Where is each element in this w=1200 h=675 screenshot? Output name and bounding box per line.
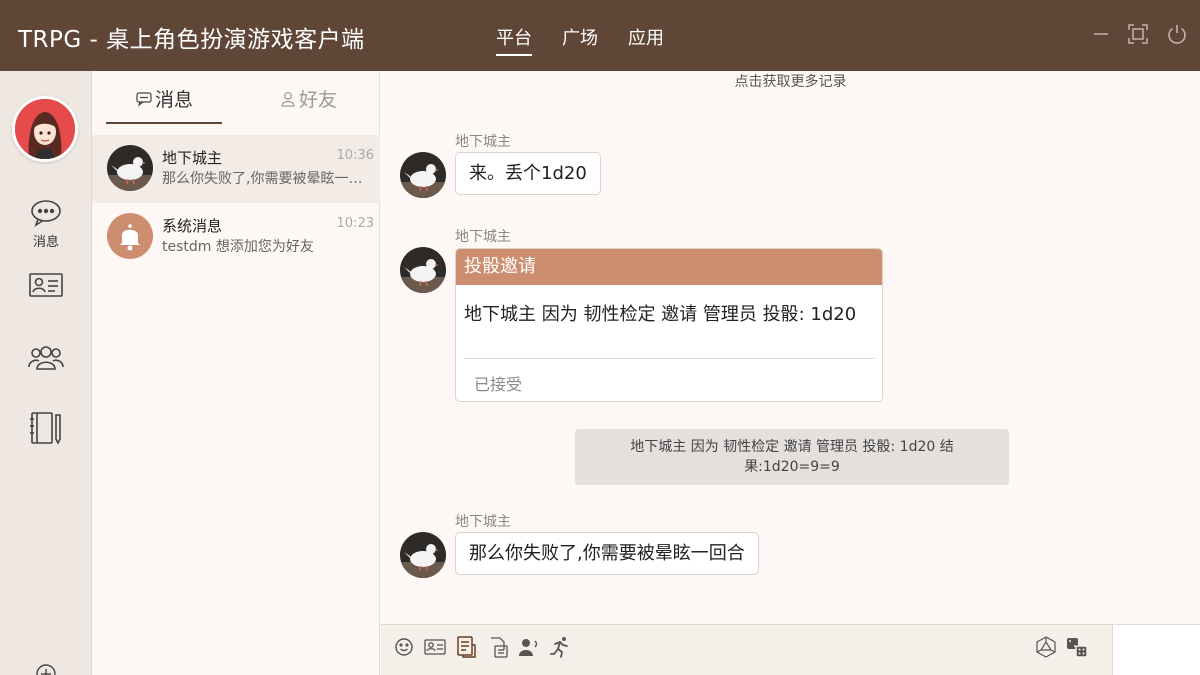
title-bar: TRPG - 桌上角色扮演游戏客户端 平台 广场 应用 — [0, 0, 1200, 71]
document-icon[interactable] — [454, 635, 478, 659]
tab-friends-label: 好友 — [299, 89, 338, 111]
sidebar-item-profile[interactable] — [0, 273, 92, 297]
id-card-icon — [29, 273, 63, 297]
input-toolbar — [381, 624, 1200, 675]
maximize-icon[interactable] — [1126, 22, 1150, 46]
pigeon-avatar[interactable] — [400, 152, 446, 198]
sidebar-item-groups[interactable] — [0, 343, 92, 371]
nav-apps[interactable]: 应用 — [628, 24, 664, 56]
pigeon-avatar[interactable] — [400, 532, 446, 578]
chat-panel: 点击获取更多记录 地下城主 来。丢个1d20 地下城主 投骰邀请 地下城主 因为… — [381, 71, 1200, 675]
message-sender: 地下城主 — [455, 134, 511, 150]
person-icon — [280, 91, 296, 107]
message-sender: 地下城主 — [455, 229, 511, 245]
user-avatar[interactable] — [12, 96, 78, 162]
sidebar: 消息 — [0, 71, 92, 675]
id-card-icon[interactable] — [423, 635, 447, 659]
sidebar-item-add[interactable] — [0, 663, 92, 675]
dice-invite-card: 投骰邀请 地下城主 因为 韧性检定 邀请 管理员 投骰: 1d20 已接受 — [455, 248, 883, 402]
message-bubble: 那么你失败了,你需要被晕眩一回合 — [455, 532, 759, 575]
conversation-preview: testdm 想添加您为好友 — [162, 239, 314, 255]
active-tab-indicator — [106, 122, 222, 124]
power-icon[interactable] — [1165, 22, 1189, 46]
app-title: TRPG - 桌上角色扮演游戏客户端 — [18, 27, 365, 53]
dice-icon[interactable] — [1065, 635, 1089, 659]
card-title: 投骰邀请 — [456, 249, 882, 285]
d20-dice-icon[interactable] — [1034, 635, 1058, 659]
card-status: 已接受 — [474, 375, 523, 394]
nav-platform[interactable]: 平台 — [496, 24, 532, 56]
conversation-name: 地下城主 — [162, 149, 223, 167]
notebook-icon — [29, 411, 63, 445]
minimize-icon[interactable] — [1089, 22, 1113, 46]
sidebar-item-messages[interactable]: 消息 — [0, 199, 92, 250]
emoji-icon[interactable] — [392, 635, 416, 659]
conversation-list: 消息 好友 地下城主 10:36 那么你失败了,你需要被晕眩一回合 系统消息 1… — [92, 71, 380, 675]
card-body: 地下城主 因为 韧性检定 邀请 管理员 投骰: 1d20 — [464, 304, 857, 325]
conversation-item[interactable]: 地下城主 10:36 那么你失败了,你需要被晕眩一回合 — [92, 135, 380, 203]
load-more-link[interactable]: 点击获取更多记录 — [381, 71, 1200, 91]
add-icon — [35, 663, 57, 675]
message-sender: 地下城主 — [455, 514, 511, 530]
sidebar-item-notes[interactable] — [0, 411, 92, 445]
file-icon[interactable] — [486, 635, 510, 659]
runner-icon[interactable] — [548, 635, 572, 659]
tab-friends[interactable]: 好友 — [280, 85, 337, 112]
conversation-name: 系统消息 — [162, 217, 223, 235]
bell-avatar — [107, 213, 153, 259]
nav-square[interactable]: 广场 — [562, 24, 598, 56]
group-icon — [28, 343, 64, 371]
conversation-tabs: 消息 好友 — [92, 71, 379, 135]
tab-messages-label: 消息 — [155, 89, 194, 111]
conversation-time: 10:36 — [336, 148, 374, 163]
pigeon-avatar[interactable] — [400, 247, 446, 293]
message-input[interactable] — [1112, 625, 1200, 675]
system-message: 地下城主 因为 韧性检定 邀请 管理员 投骰: 1d20 结果:1d20=9=9 — [575, 429, 1009, 485]
message-bubble: 来。丢个1d20 — [455, 152, 601, 195]
chat-bubble-icon — [30, 199, 62, 227]
user-voice-icon[interactable] — [517, 635, 541, 659]
pigeon-avatar — [107, 145, 153, 191]
chat-icon — [136, 91, 152, 107]
conversation-item[interactable]: 系统消息 10:23 testdm 想添加您为好友 — [92, 203, 380, 271]
conversation-time: 10:23 — [336, 216, 374, 231]
sidebar-item-label: 消息 — [32, 235, 59, 250]
top-nav: 平台 广场 应用 — [496, 24, 664, 56]
tab-messages[interactable]: 消息 — [136, 85, 193, 112]
conversation-preview: 那么你失败了,你需要被晕眩一回合 — [162, 171, 374, 187]
